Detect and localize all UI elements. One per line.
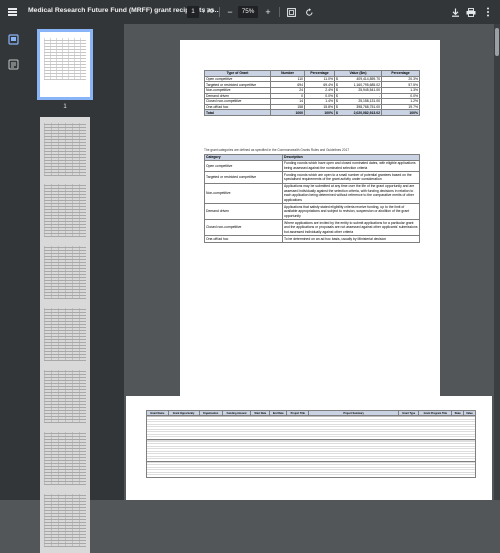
thumbnail-content [40,178,90,243]
definitions-note: The grant categories are defined as spec… [204,148,350,152]
table-cell: Targeted or restricted competitive [204,171,283,184]
fit-page-button[interactable] [283,4,299,20]
table-row: Closed non-competitive Where application… [204,219,420,237]
page-thumbnail [37,29,93,100]
thumbnail-sidebar: 1 2 3 4 5 6 7 [0,24,124,553]
table-row [146,415,476,440]
page-thumbnail [40,117,90,182]
page-count: / 79 [203,8,214,15]
table-row: One-off/ad hoc To be determined on an ad… [204,235,420,243]
page-thumbnail [40,240,90,305]
table-cell: Where applications are invited by the en… [282,219,420,237]
zoom-in-button[interactable]: + [260,4,276,20]
page-thumbnail [40,488,90,553]
more-vert-icon [487,7,489,17]
thumbnail-content [40,117,90,182]
zoom-out-button[interactable]: − [222,4,238,20]
table-cell: 100% [304,109,335,116]
rotate-button[interactable] [301,4,317,20]
thumbnail-content [40,302,90,367]
print-button[interactable] [463,4,479,20]
thumbnails-icon [8,34,19,45]
thumbnail-page-8[interactable] [40,488,90,553]
page-thumbnail [40,302,90,367]
hamburger-icon [7,11,17,13]
grant-definitions-table: Category Description Open competitive Fu… [204,154,420,243]
thumbnail-content [40,488,90,553]
grant-summary-table: Type of Grant Number Percentage Value ($… [204,70,420,116]
more-actions-button[interactable] [480,4,496,20]
zoom-level-input[interactable]: 75% [238,6,258,18]
outline-icon [8,59,19,70]
table-cell [146,415,476,440]
table-cell: To be determined on an ad hoc basis, usu… [282,235,420,243]
table-row [146,439,476,462]
fit-page-icon [286,7,296,17]
table-cell [146,461,476,478]
table-cell: 2,020,082,913.02 [340,109,382,116]
pdf-toolbar: Medical Research Future Fund (MRFF) gran… [0,0,500,24]
thumbnail-label: 1 [63,104,67,110]
pdf-page-2: Grant Name Grant Opportunity Organisatio… [126,396,492,500]
table-cell: Applications that satisfy stated eligibi… [282,203,420,221]
toolbar-divider [219,7,220,17]
thumbnail-content [40,240,90,305]
scrollbar-thumb[interactable] [495,28,499,56]
download-icon [451,8,459,17]
pdf-page-1: Type of Grant Number Percentage Value ($… [180,40,440,402]
table-cell: 100% [381,109,420,116]
print-icon [466,7,476,17]
table-cell: 1000 [270,109,305,116]
table-row: Demand driven Applications that satisfy … [204,203,420,221]
rotate-icon [305,7,312,16]
page-thumbnail [40,178,90,243]
thumbnail-content [40,364,90,429]
table-row: Open competitive Funding rounds which ha… [204,159,420,173]
toolbar-divider [279,7,280,17]
grant-recipients-table: Grant Name Grant Opportunity Organisatio… [146,410,477,478]
table-row [146,461,476,478]
table-cell: Applications may be submitted at any tim… [282,182,420,205]
table-row: Non-competitive Applications may be subm… [204,182,420,205]
table-cell: Open competitive [204,159,283,173]
table-cell: Funding rounds which are open to a small… [282,171,420,184]
table-cell: Closed non-competitive [204,219,283,237]
download-button[interactable] [447,4,463,20]
table-cell: Non-competitive [204,182,283,205]
document-viewer[interactable]: Type of Grant Number Percentage Value ($… [124,24,500,500]
table-cell [146,439,476,462]
page-thumbnail [40,426,90,491]
page-number-input[interactable]: 1 [187,6,199,18]
table-cell: Demand driven [204,203,283,221]
menu-button[interactable] [0,0,24,24]
vertical-scrollbar[interactable] [494,24,500,500]
thumbnail-page-1[interactable]: 1 [37,29,93,110]
thumbnail-content [44,38,86,80]
table-cell: One-off/ad hoc [204,235,283,243]
table-cell: Total [204,109,271,116]
table-total-row: Total 1000 100% $ 2,020,082,913.02 100% [204,109,420,116]
outline-view-button[interactable] [8,57,19,70]
thumbnails-view-button[interactable] [8,32,19,45]
thumbnail-content [40,426,90,491]
page-thumbnail [40,364,90,429]
table-cell: Funding rounds which have open and close… [282,159,420,173]
table-row: Targeted or restricted competitive Fundi… [204,171,420,184]
